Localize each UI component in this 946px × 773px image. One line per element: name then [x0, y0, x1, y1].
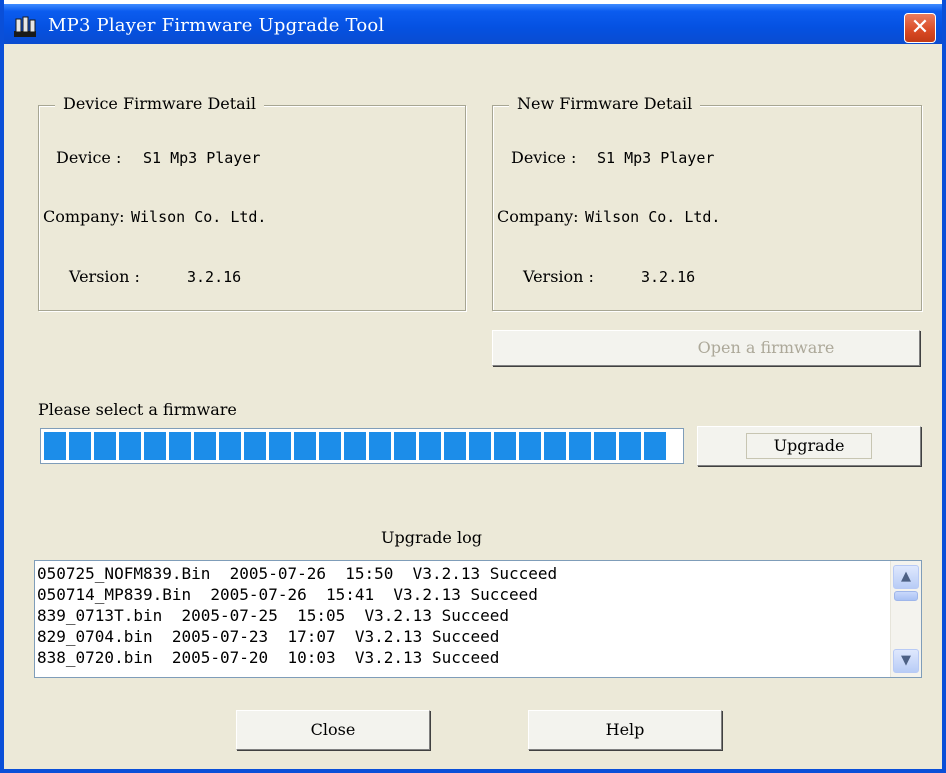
progress-segment — [569, 432, 591, 460]
upgrade-label: Upgrade — [773, 436, 845, 455]
status-text: Please select a firmware — [38, 400, 237, 419]
new-version-value: 3.2.16 — [641, 268, 696, 286]
open-firmware-button[interactable]: Open a firmware — [492, 330, 920, 366]
new-firmware-group: New Firmware Detail Device : S1 Mp3 Play… — [492, 94, 922, 311]
version-value: 3.2.16 — [187, 268, 242, 286]
progress-segment — [644, 432, 666, 460]
close-icon: ✕ — [910, 15, 930, 40]
progress-segment — [319, 432, 341, 460]
help-button[interactable]: Help — [528, 710, 722, 750]
company-label: Company: — [43, 207, 125, 226]
progress-segment — [244, 432, 266, 460]
new-company-label: Company: — [497, 207, 579, 226]
progress-segment — [594, 432, 616, 460]
progress-segment — [469, 432, 491, 460]
progress-segment — [144, 432, 166, 460]
progress-segment — [44, 432, 66, 460]
chevron-up-icon: ▲ — [901, 569, 911, 584]
progress-segment — [369, 432, 391, 460]
title-bar[interactable]: MP3 Player Firmware Upgrade Tool ✕ — [4, 0, 942, 44]
version-label: Version : — [69, 267, 140, 286]
device-firmware-legend: Device Firmware Detail — [55, 94, 264, 113]
progress-segment — [69, 432, 91, 460]
progress-segment — [394, 432, 416, 460]
device-value: S1 Mp3 Player — [143, 149, 261, 167]
new-firmware-legend: New Firmware Detail — [509, 94, 701, 113]
close-button[interactable]: Close — [236, 710, 430, 750]
company-value: Wilson Co. Ltd. — [131, 208, 267, 226]
list-item[interactable]: 050725_NOFM839.Bin 2005-07-26 15:50 V3.2… — [37, 563, 557, 584]
progress-segment — [419, 432, 441, 460]
progress-segment — [119, 432, 141, 460]
list-item[interactable]: 050714_MP839.Bin 2005-07-26 15:41 V3.2.1… — [37, 584, 557, 605]
scroll-up-button[interactable]: ▲ — [893, 565, 919, 589]
list-item[interactable]: 838_0720.bin 2005-07-20 10:03 V3.2.13 Su… — [37, 647, 557, 668]
upgrade-progress-bar — [40, 428, 684, 464]
scroll-thumb[interactable] — [894, 591, 918, 601]
window-close-button[interactable]: ✕ — [904, 13, 936, 43]
progress-segment — [194, 432, 216, 460]
progress-segment — [344, 432, 366, 460]
progress-segment — [294, 432, 316, 460]
open-firmware-label: Open a firmware — [697, 338, 835, 357]
progress-segment — [169, 432, 191, 460]
help-label: Help — [605, 720, 645, 739]
list-item[interactable]: 839_0713T.bin 2005-07-25 15:05 V3.2.13 S… — [37, 605, 557, 626]
upgrade-log-list[interactable]: 050725_NOFM839.Bin 2005-07-26 15:50 V3.2… — [34, 560, 922, 678]
progress-segment — [519, 432, 541, 460]
app-icon — [14, 16, 36, 37]
progress-segment — [619, 432, 641, 460]
scroll-down-button[interactable]: ▼ — [893, 649, 919, 673]
log-scrollbar[interactable]: ▲ ▼ — [890, 561, 921, 677]
list-item[interactable]: 829_0704.bin 2005-07-23 17:07 V3.2.13 Su… — [37, 626, 557, 647]
window-title: MP3 Player Firmware Upgrade Tool — [48, 15, 385, 36]
new-version-label: Version : — [523, 267, 594, 286]
close-label: Close — [310, 720, 356, 739]
progress-segment — [94, 432, 116, 460]
upgrade-log-title: Upgrade log — [381, 528, 482, 547]
chevron-down-icon: ▼ — [901, 653, 911, 668]
firmware-upgrade-window: MP3 Player Firmware Upgrade Tool ✕ Devic… — [0, 0, 946, 773]
new-device-label: Device : — [511, 148, 577, 167]
upgrade-button[interactable]: Upgrade — [697, 426, 921, 466]
device-label: Device : — [56, 148, 122, 167]
new-device-value: S1 Mp3 Player — [597, 149, 715, 167]
progress-segment — [494, 432, 516, 460]
device-firmware-group: Device Firmware Detail Device : S1 Mp3 P… — [38, 94, 466, 311]
progress-segment — [219, 432, 241, 460]
new-company-value: Wilson Co. Ltd. — [585, 208, 721, 226]
log-lines: 050725_NOFM839.Bin 2005-07-26 15:50 V3.2… — [37, 563, 557, 668]
progress-segment — [269, 432, 291, 460]
progress-segment — [544, 432, 566, 460]
progress-segment — [444, 432, 466, 460]
